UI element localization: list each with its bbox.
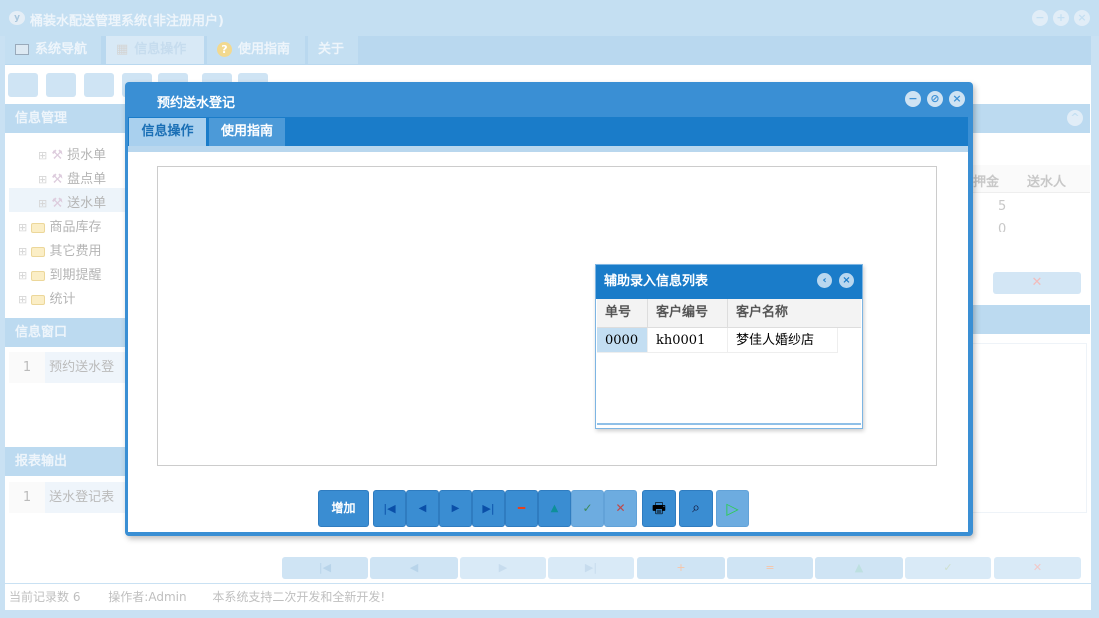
tree-label: 到期提醒: [49, 268, 102, 283]
remove-button[interactable]: =: [727, 557, 813, 579]
cell: 5: [998, 199, 1007, 214]
report-row[interactable]: 1 送水登记表: [9, 482, 129, 513]
prev-record-button[interactable]: ◀: [406, 490, 439, 527]
tree-item[interactable]: ⊞ ⚒ 盘点单: [38, 168, 106, 187]
tree-label: 其它费用: [49, 244, 102, 259]
last-page-button[interactable]: ▶|: [548, 557, 634, 579]
add-button[interactable]: +: [637, 557, 725, 579]
close-icon[interactable]: ×: [1074, 10, 1090, 26]
delete-record-button[interactable]: ━: [505, 490, 538, 527]
prev-page-button[interactable]: ◀: [370, 557, 458, 579]
monitor-icon: [15, 44, 29, 55]
menu-tab-label: 使用指南: [238, 42, 291, 57]
operator: 操作者:Admin: [108, 590, 187, 604]
row-number: 1: [9, 482, 45, 513]
modal-tab-info-ops[interactable]: 信息操作: [129, 118, 206, 146]
up-button[interactable]: ▲: [815, 557, 903, 579]
modal-close-icon[interactable]: ×: [949, 91, 965, 107]
confirm-button[interactable]: ✓: [905, 557, 991, 579]
menu-tab-nav[interactable]: 系统导航: [5, 36, 101, 64]
app-logo: y: [9, 11, 25, 25]
app-title: 桶装水配送管理系统(非注册用户): [30, 14, 224, 29]
add-record-button[interactable]: 增加: [318, 490, 369, 527]
aux-back-icon[interactable]: ‹: [817, 273, 832, 288]
document-tool-button[interactable]: [84, 73, 114, 97]
menu-tab-about[interactable]: 关于: [308, 36, 358, 64]
modal-minimize-icon[interactable]: −: [905, 91, 921, 107]
next-page-button[interactable]: ▶: [460, 557, 546, 579]
aux-cell-customer-code[interactable]: kh0001: [648, 328, 728, 353]
tree-label: 统计: [49, 292, 76, 307]
print-icon[interactable]: 🖶: [642, 490, 676, 527]
aux-col-header: 客户名称: [728, 299, 861, 328]
column-header: 送水人: [1027, 175, 1067, 190]
notice: 本系统支持二次开发和全新开发!: [212, 590, 386, 604]
info-window-row[interactable]: 1 预约送水登: [9, 352, 129, 383]
next-record-button[interactable]: ▶: [439, 490, 472, 527]
aux-footer-line: [597, 423, 861, 425]
aux-col-header: 客户编号: [648, 299, 728, 328]
tree-item[interactable]: ⊞ 其它费用: [18, 240, 102, 259]
modal-title: 预约送水登记: [157, 96, 236, 111]
row-label: 送水登记表: [49, 490, 115, 505]
folder-icon: [31, 246, 46, 257]
modal-restore-icon[interactable]: ⊘: [927, 91, 943, 107]
folder-icon: [31, 270, 46, 281]
menu-tab-help[interactable]: ? 使用指南: [207, 36, 305, 64]
row-number: 1: [9, 352, 45, 383]
tree-item[interactable]: ⊞ 统计: [18, 288, 76, 307]
print-preview-icon[interactable]: ⌕: [679, 490, 713, 527]
folder-icon: [31, 222, 46, 233]
tree-item[interactable]: ⊞ ⚒ 损水单: [38, 144, 106, 163]
menu-tab-info-ops[interactable]: ▦ 信息操作: [106, 36, 204, 64]
help-icon: ?: [217, 42, 232, 57]
status-bar: 当前记录数 6 操作者:Admin 本系统支持二次开发和全新开发!: [5, 584, 1091, 610]
first-record-button[interactable]: |◀: [373, 490, 406, 527]
delete-button[interactable]: ✕: [993, 272, 1081, 294]
tree-label: 盘点单: [67, 172, 107, 187]
tree-label: 商品库存: [49, 220, 102, 235]
aux-col-header: 单号: [597, 299, 648, 328]
menu-tab-label: 关于: [318, 42, 345, 57]
list-tool-button[interactable]: [46, 73, 76, 97]
aux-close-icon[interactable]: ×: [839, 273, 854, 288]
collapse-icon[interactable]: ^: [1067, 110, 1083, 126]
save-record-button[interactable]: ✓: [571, 490, 604, 527]
search-tool-button[interactable]: [8, 73, 38, 97]
tree-item[interactable]: ⊞ 到期提醒: [18, 264, 102, 283]
folder-icon: [31, 294, 46, 305]
grid-icon: ▦: [116, 42, 129, 57]
cancel-button[interactable]: ✕: [994, 557, 1081, 579]
first-page-button[interactable]: |◀: [282, 557, 368, 579]
play-icon[interactable]: ▷: [716, 490, 749, 527]
modal-tab-help[interactable]: 使用指南: [209, 118, 285, 146]
aux-cell-id[interactable]: 0000: [597, 328, 648, 353]
tree-label: 送水单: [67, 196, 107, 211]
record-count: 当前记录数 6: [9, 590, 81, 604]
tree-label: 损水单: [67, 148, 107, 163]
minimize-icon[interactable]: −: [1032, 10, 1048, 26]
menu-tab-label: 系统导航: [35, 42, 88, 57]
last-record-button[interactable]: ▶|: [472, 490, 505, 527]
maximize-icon[interactable]: +: [1053, 10, 1069, 26]
menu-tab-label: 信息操作: [134, 42, 187, 57]
tree-item-selected[interactable]: ⊞ ⚒ 送水单: [38, 192, 106, 211]
row-label: 预约送水登: [49, 360, 115, 375]
cell: 0: [998, 222, 1007, 232]
aux-cell-customer-name[interactable]: 梦佳人婚纱店: [728, 328, 838, 353]
cancel-record-button[interactable]: ✕: [604, 490, 637, 527]
edit-record-button[interactable]: ▲: [538, 490, 571, 527]
tree-item[interactable]: ⊞ 商品库存: [18, 216, 102, 235]
